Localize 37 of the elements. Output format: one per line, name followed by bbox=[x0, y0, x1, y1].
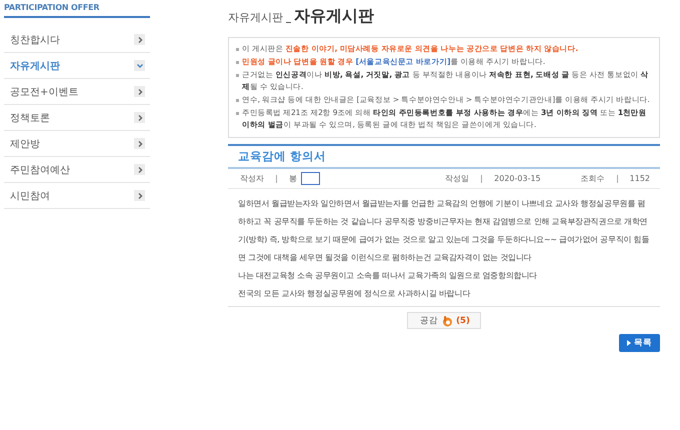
breadcrumb-title: 자유게시판 bbox=[228, 10, 283, 25]
post-date: 2020-03-15 bbox=[494, 174, 541, 183]
chevron-right-icon bbox=[134, 112, 145, 123]
separator-icon bbox=[481, 174, 482, 182]
sidebar-item[interactable]: 자유게시판 bbox=[4, 53, 150, 79]
sidebar-item[interactable]: 시민참여 bbox=[4, 183, 150, 209]
sidebar-item[interactable]: 칭찬합시다 bbox=[4, 27, 150, 53]
bullet-icon bbox=[236, 74, 239, 77]
chevron-right-icon bbox=[134, 34, 145, 45]
underscore-icon bbox=[286, 22, 291, 23]
chevron-right-icon bbox=[134, 138, 145, 149]
sidebar-item[interactable]: 주민참여예산 bbox=[4, 157, 150, 183]
author-label: 작성자 bbox=[240, 173, 264, 184]
bullet-icon bbox=[236, 99, 239, 102]
date-label: 작성일 bbox=[445, 173, 470, 184]
chevron-right-icon bbox=[134, 164, 145, 175]
bullet-icon bbox=[236, 112, 239, 115]
sidebar-item[interactable]: 공모전+이벤트 bbox=[4, 79, 150, 105]
sidebar-heading: PARTICIPATION OFFER bbox=[4, 3, 100, 14]
redaction-box bbox=[301, 172, 320, 185]
bullet-icon bbox=[236, 61, 239, 64]
sidebar-item[interactable]: 정책토론 bbox=[4, 105, 150, 131]
chevron-down-icon bbox=[134, 60, 145, 71]
post-title: 교육감에 항의서 bbox=[228, 144, 660, 169]
triangle-icon bbox=[627, 340, 631, 346]
views-label: 조회수 bbox=[580, 173, 605, 184]
like-button[interactable]: 공감 (5) bbox=[407, 312, 481, 329]
page-title: 자유게시판 bbox=[294, 6, 374, 27]
sidebar-item[interactable]: 제안방 bbox=[4, 131, 150, 157]
separator-icon bbox=[276, 174, 277, 182]
chevron-right-icon bbox=[134, 86, 145, 97]
list-button[interactable]: 목록 bbox=[619, 334, 660, 352]
separator-icon bbox=[616, 174, 618, 182]
view-count: 1152 bbox=[630, 174, 650, 183]
author-name: 봉 bbox=[289, 173, 297, 184]
chevron-right-icon bbox=[134, 190, 145, 201]
bullet-icon bbox=[236, 48, 239, 51]
